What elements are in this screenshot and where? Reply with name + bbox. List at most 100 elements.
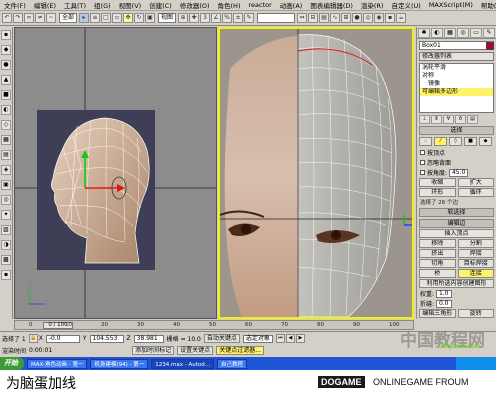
tool-strip-icon[interactable]: ◑	[1, 240, 11, 250]
grow-button[interactable]: 扩大	[457, 178, 494, 187]
render-type-icon[interactable]: ▪	[385, 13, 396, 23]
quick-render-icon[interactable]: ◉	[374, 13, 385, 23]
y-coord-field[interactable]: 104.553	[89, 334, 124, 343]
selected-object-dropdown[interactable]: 选定对象	[242, 334, 273, 343]
configure-sets-icon[interactable]: ▤	[467, 115, 478, 124]
key-filters-button[interactable]: 关键点过滤器...	[216, 346, 264, 355]
modify-tab-icon[interactable]: ◐	[431, 28, 443, 38]
curve-editor-icon[interactable]: ∿	[330, 13, 341, 23]
by-angle-checkbox[interactable]: 按角度: 45.0	[420, 168, 493, 177]
pivot-center-icon[interactable]: ⊕	[178, 13, 189, 23]
mirror-icon[interactable]: ⇔	[297, 13, 308, 23]
menu-modifiers[interactable]: 修改器(O)	[176, 0, 214, 10]
auto-key-button[interactable]: 自动关键点	[203, 334, 240, 343]
rotate-icon[interactable]: ↻	[134, 13, 145, 23]
stack-item-symmetry[interactable]: 对称	[420, 72, 493, 80]
utilities-tab-icon[interactable]: ✎	[483, 28, 495, 38]
menu-graph-editors[interactable]: 图表编辑器(D)	[306, 0, 357, 10]
weld-button[interactable]: 焊接	[457, 249, 494, 258]
select-by-name-icon[interactable]: ≡	[90, 13, 101, 23]
object-name-field[interactable]: Box01	[419, 41, 494, 50]
goto-start-icon[interactable]: ⏮	[275, 334, 285, 343]
unlink-icon[interactable]: ≠	[35, 13, 45, 23]
set-key-button[interactable]: 设置关键点	[177, 346, 214, 355]
motion-tab-icon[interactable]: ◎	[457, 28, 469, 38]
connect-button[interactable]: 连接	[457, 269, 494, 278]
make-unique-icon[interactable]: ∀	[443, 115, 454, 124]
chamfer-button[interactable]: 切角	[419, 259, 456, 268]
split-button[interactable]: 分割	[457, 239, 494, 248]
percent-snap-icon[interactable]: %	[222, 13, 233, 23]
front-viewport[interactable]	[218, 27, 414, 319]
menu-maxscript[interactable]: MAXScript(M)	[425, 1, 477, 9]
tool-strip-icon[interactable]: ◎	[1, 195, 11, 205]
tool-strip-icon[interactable]: ◇	[1, 120, 11, 130]
loop-button[interactable]: 循环	[457, 188, 494, 197]
tool-strip-icon[interactable]: ▩	[1, 255, 11, 265]
link-icon[interactable]: ∞	[24, 13, 34, 23]
menu-edit[interactable]: 编辑(E)	[30, 0, 60, 10]
stack-item-mirror[interactable]: 镜像	[420, 80, 493, 88]
stack-item-editable-poly[interactable]: 可编辑多边形	[420, 88, 493, 96]
menu-file[interactable]: 文件(F)	[0, 0, 30, 10]
show-end-result-icon[interactable]: Ⅱ	[431, 115, 442, 124]
bridge-button[interactable]: 桥	[419, 269, 456, 278]
rect-selection-icon[interactable]: □	[101, 13, 112, 23]
menu-help[interactable]: 帮助(H)	[477, 0, 496, 10]
menu-tools[interactable]: 工具(T)	[60, 0, 90, 10]
menu-animation[interactable]: 动画(A)	[276, 0, 307, 10]
tool-strip-icon[interactable]: ●	[1, 60, 11, 70]
left-viewport[interactable]	[14, 27, 217, 319]
tool-strip-icon[interactable]: ✦	[1, 210, 11, 220]
shrink-button[interactable]: 收缩	[419, 178, 456, 187]
taskbar-task[interactable]: MAX-角色动画 - 第一	[27, 358, 88, 369]
display-tab-icon[interactable]: ▭	[470, 28, 482, 38]
element-mode-icon[interactable]: ◆	[479, 137, 492, 146]
named-selection-dropdown[interactable]	[257, 13, 296, 23]
align-icon[interactable]: ⊟	[308, 13, 319, 23]
insert-vertex-button[interactable]: 插入顶点	[419, 229, 494, 238]
tool-strip-icon[interactable]: ▲	[1, 75, 11, 85]
crease-field[interactable]: 0.0	[435, 299, 452, 308]
edge-mode-icon[interactable]: ⁄	[434, 137, 447, 146]
z-coord-field[interactable]: 38.981	[133, 334, 164, 343]
taskbar-task[interactable]: 1234.max - Autod...	[151, 358, 214, 369]
snap-icon[interactable]: 3	[200, 13, 211, 23]
play-icon[interactable]: ▶	[295, 334, 305, 343]
by-vertex-checkbox[interactable]: 按顶点	[420, 148, 493, 157]
named-selection-icon[interactable]: ✎	[244, 13, 255, 23]
tool-strip-icon[interactable]: ▧	[1, 225, 11, 235]
rollout-edit-edges[interactable]: 编辑边	[419, 219, 494, 228]
angle-value-field[interactable]: 45.0	[448, 168, 469, 177]
taskbar-task[interactable]: 自己教程	[216, 358, 247, 369]
tool-strip-icon[interactable]: ◆	[1, 45, 11, 55]
bind-space-warp-icon[interactable]: ~	[46, 13, 56, 23]
undo-icon[interactable]: ↶	[2, 13, 12, 23]
modifier-stack[interactable]: 涡轮平滑 对称 镜像 可编辑多边形	[419, 63, 494, 113]
scale-icon[interactable]: ▣	[145, 13, 156, 23]
tool-strip-icon[interactable]: ◐	[1, 105, 11, 115]
modifier-list-dropdown[interactable]: 修改器列表	[419, 52, 494, 61]
schematic-view-icon[interactable]: ⊞	[341, 13, 352, 23]
select-object-icon[interactable]: ▸	[79, 13, 90, 23]
menu-customize[interactable]: 自定义(U)	[387, 0, 424, 10]
extrude-button[interactable]: 挤出	[419, 249, 456, 258]
add-time-tag-button[interactable]: 添加时间标记	[132, 346, 175, 355]
redo-icon[interactable]: ↷	[13, 13, 23, 23]
menu-create[interactable]: 创建(C)	[145, 0, 176, 10]
menu-group[interactable]: 组(G)	[90, 0, 115, 10]
turn-button[interactable]: 旋转	[457, 309, 494, 318]
window-crossing-icon[interactable]: ▫	[112, 13, 123, 23]
selection-filter-dropdown[interactable]: 全部	[59, 13, 78, 23]
tool-strip-icon[interactable]: ■	[1, 90, 11, 100]
menu-views[interactable]: 视图(V)	[115, 0, 146, 10]
render-last-icon[interactable]: ☕	[396, 13, 407, 23]
layer-manager-icon[interactable]: ▤	[319, 13, 330, 23]
rollout-soft-selection[interactable]: 软选择	[419, 208, 494, 217]
rollout-selection[interactable]: 选择	[419, 126, 494, 135]
ignore-backfacing-checkbox[interactable]: 忽略背面	[420, 158, 493, 167]
tool-strip-icon[interactable]: ▪	[1, 30, 11, 40]
tool-strip-icon[interactable]: ▤	[1, 150, 11, 160]
remove-button[interactable]: 移除	[419, 239, 456, 248]
remove-modifier-icon[interactable]: ð	[455, 115, 466, 124]
